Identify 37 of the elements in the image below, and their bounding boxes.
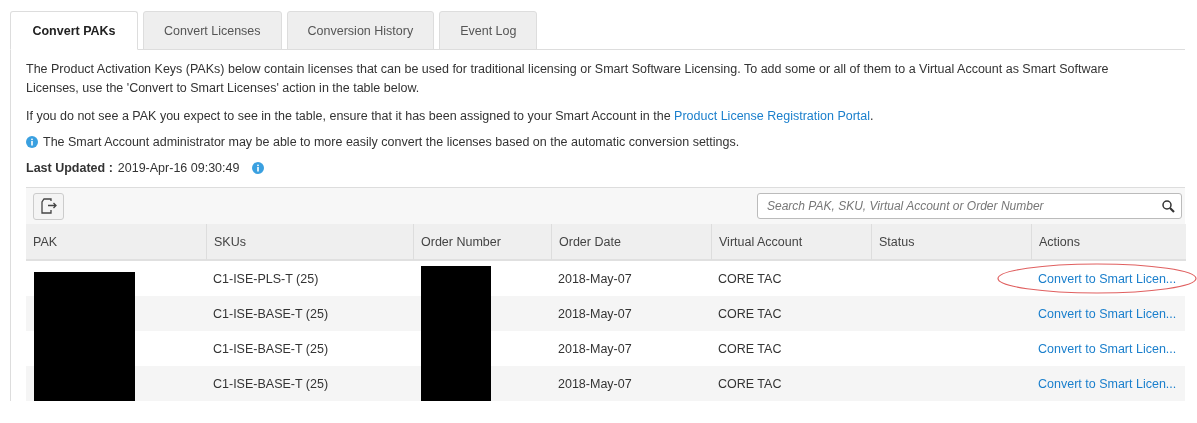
sku-text: C1-ISE-BASE-T (25) — [213, 306, 329, 321]
column-header[interactable]: Order Number — [413, 224, 551, 261]
export-button[interactable] — [33, 192, 64, 220]
convert-link[interactable]: Convert to Smart Licen... — [1038, 376, 1177, 391]
tab[interactable]: Event Log — [439, 11, 538, 50]
info-icon — [252, 162, 265, 174]
column-header[interactable]: Order Date — [551, 224, 711, 261]
info-note: The Smart Account administrator may be able to more easily convert the licenses based on the automatic conversion settings. — [43, 135, 740, 149]
sku-text: C1-ISE-PLS-T (25) — [213, 271, 319, 286]
assign-note: If you do not see a PAK you expect to see in the table, ensure that it has been assigned to your Smart Account in the Product License Registration Portal. — [26, 108, 875, 125]
column-header[interactable]: Status — [871, 224, 1031, 261]
order-date: 2018-May-07 — [558, 306, 632, 321]
order-date: 2018-May-07 — [558, 376, 632, 391]
virtual-account: CORE TAC — [718, 306, 782, 321]
tab[interactable]: Convert PAKs — [10, 11, 138, 50]
convert-link[interactable]: Convert to Smart Licen... — [1038, 306, 1177, 321]
info-icon — [26, 136, 38, 148]
column-header[interactable]: Virtual Account — [711, 224, 871, 261]
last-updated-value: 2019-Apr-16 09:30:49 — [117, 161, 240, 175]
virtual-account: CORE TAC — [718, 376, 782, 391]
column-header[interactable]: PAK — [26, 224, 206, 261]
virtual-account: CORE TAC — [718, 341, 782, 356]
export-icon — [39, 197, 58, 215]
search-field[interactable]: Search PAK, SKU, Virtual Account or Order Number — [757, 193, 1182, 219]
search-icon — [1162, 200, 1175, 213]
sku-text: C1-ISE-BASE-T (25) — [213, 341, 329, 356]
last-updated-label: Last Updated : — [26, 161, 113, 175]
virtual-account: CORE TAC — [718, 271, 782, 286]
order-date: 2018-May-07 — [558, 271, 632, 286]
tab[interactable]: Convert Licenses — [143, 11, 282, 50]
convert-link[interactable]: Convert to Smart Licen... — [1038, 341, 1177, 356]
order-date: 2018-May-07 — [558, 341, 632, 356]
column-header[interactable]: Actions — [1031, 224, 1186, 261]
column-header[interactable]: SKUs — [206, 224, 413, 261]
tab[interactable]: Conversion History — [286, 11, 435, 50]
intro-paragraph: The Product Activation Keys (PAKs) below contain licenses that can be used for traditional licensing or Smart Software Licensing. To add some or all of them to a Virtual Account as Smart Software Licenses, use the 'Convert to Smart Licenses' action in the table below. — [26, 61, 1110, 97]
sku-text: C1-ISE-BASE-T (25) — [213, 376, 329, 391]
